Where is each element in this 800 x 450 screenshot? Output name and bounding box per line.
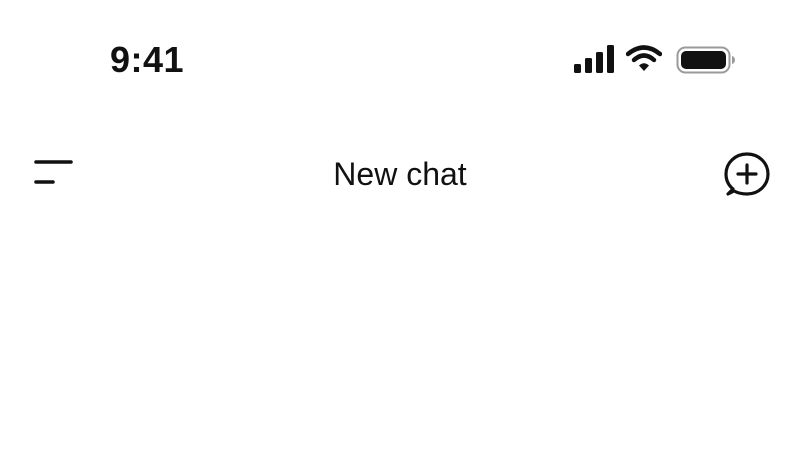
new-chat-button[interactable] — [720, 148, 774, 202]
battery-icon — [676, 44, 736, 76]
wifi-icon — [626, 44, 662, 74]
signal-icon — [574, 44, 616, 74]
status-icons — [574, 44, 736, 76]
new-chat-icon — [720, 148, 774, 202]
nav-bar: New chat — [0, 130, 800, 220]
status-bar: 9:41 — [0, 0, 800, 120]
status-time: 9:41 — [110, 39, 185, 80]
page-title: New chat — [333, 156, 467, 192]
